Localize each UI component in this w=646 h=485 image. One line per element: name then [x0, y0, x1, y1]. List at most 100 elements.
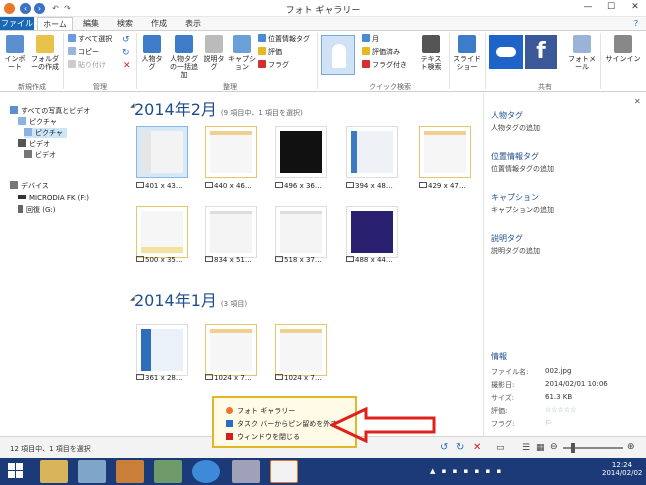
- start-button[interactable]: [8, 463, 24, 479]
- group-quick-label: クイック検索: [369, 83, 411, 91]
- people-filter-tile[interactable]: [321, 35, 355, 75]
- onedrive-share-button[interactable]: [489, 35, 523, 69]
- nav-drive-f[interactable]: MICRODIA FK (F:): [18, 193, 89, 203]
- zoom-slider[interactable]: [563, 443, 623, 453]
- maximize-icon[interactable]: ☐: [600, 0, 622, 14]
- group-share-label: 共有: [538, 83, 552, 91]
- thumbnail-view-icon[interactable]: ▦: [536, 443, 545, 453]
- rating-stars[interactable]: ☆☆☆☆☆: [545, 406, 576, 414]
- text-search-button[interactable]: テキスト検索: [418, 35, 444, 71]
- photo-thumbnail[interactable]: [346, 126, 398, 178]
- pictures-icon: [18, 117, 26, 125]
- rotate-left-icon[interactable]: ↺: [122, 35, 130, 45]
- taskbar-snipping[interactable]: [232, 460, 260, 483]
- tab-file[interactable]: ファイル: [0, 17, 34, 30]
- add-desc-tag-link[interactable]: 説明タグの追加: [491, 246, 540, 256]
- nav-pictures-sub[interactable]: ピクチャ: [24, 128, 67, 138]
- taskbar-ie[interactable]: [192, 460, 220, 483]
- signin-button[interactable]: サインイン: [603, 35, 643, 63]
- navigation-pane: すべての写真とビデオ ピクチャ ピクチャ ビデオ ビデオ デバイス MICROD…: [0, 93, 128, 436]
- photo-thumbnail[interactable]: [136, 126, 188, 178]
- rating-button[interactable]: 評価: [258, 47, 282, 57]
- gallery-area: ◢ 2014年2月 (9 項目中、1 項目を選択) 401 x 43… 440 x…: [128, 93, 483, 436]
- display-icon[interactable]: ▭: [496, 443, 505, 453]
- nav-videos[interactable]: ビデオ: [18, 139, 50, 149]
- taskbar-app[interactable]: [154, 460, 182, 483]
- nav-drive-g[interactable]: 回復 (G:): [18, 205, 55, 215]
- desc-tag-button[interactable]: 説明タグ: [203, 35, 225, 71]
- rated-button[interactable]: 評価済み: [362, 47, 400, 57]
- geotag-button[interactable]: 位置情報タグ: [258, 34, 310, 44]
- clock[interactable]: 12:24 2014/02/02: [602, 461, 642, 477]
- select-all-button[interactable]: すべて選択: [68, 34, 112, 44]
- taskbar-explorer[interactable]: [40, 460, 68, 483]
- month-button[interactable]: 月: [362, 34, 379, 44]
- facebook-share-button[interactable]: f: [525, 35, 557, 69]
- zoom-out-icon[interactable]: ⊖: [550, 442, 558, 452]
- minimize-icon[interactable]: —: [577, 0, 599, 14]
- import-button[interactable]: インポート: [3, 35, 27, 71]
- help-icon[interactable]: ?: [630, 17, 642, 30]
- caption-button[interactable]: キャプション: [228, 35, 256, 71]
- photo-thumbnail[interactable]: [275, 324, 327, 376]
- nav-pictures[interactable]: ピクチャ: [18, 117, 57, 127]
- tab-search[interactable]: 検索: [110, 17, 140, 30]
- flag-button[interactable]: フラグ: [258, 60, 289, 70]
- jump-unpin[interactable]: タスク バーからピン留めを外す: [226, 419, 337, 429]
- copy-button[interactable]: コピー: [68, 47, 99, 57]
- photo-thumbnail[interactable]: [419, 126, 471, 178]
- photo-thumbnail[interactable]: [136, 206, 188, 258]
- photo-caption: 1024 x 7…: [205, 374, 252, 382]
- photo-thumbnail[interactable]: [205, 206, 257, 258]
- zoom-slider-thumb[interactable]: [571, 443, 575, 453]
- tray-icons[interactable]: ▲ ▪ ▪ ▪ ▪ ▪ ▪: [430, 467, 503, 475]
- zoom-in-icon[interactable]: ⊕: [627, 442, 635, 452]
- tab-view[interactable]: 表示: [178, 17, 208, 30]
- taskbar-paint[interactable]: [116, 460, 144, 483]
- add-geotag-link[interactable]: 位置情報タグの追加: [491, 164, 554, 174]
- paste-button[interactable]: 貼り付け: [68, 60, 106, 70]
- flag-toggle[interactable]: ⚐: [545, 419, 551, 427]
- drive-icon: [18, 195, 26, 199]
- flagged-button[interactable]: フラグ付き: [362, 60, 407, 70]
- group-header-jan[interactable]: 2014年1月 (3 項目): [134, 287, 247, 311]
- tab-home[interactable]: ホーム: [37, 17, 73, 30]
- rotate-right-icon[interactable]: ↻: [456, 442, 464, 453]
- photo-thumbnail[interactable]: [346, 206, 398, 258]
- rotate-left-icon[interactable]: ↺: [440, 442, 448, 453]
- person-bulk-button[interactable]: 人物タグの一括追加: [167, 35, 201, 79]
- jump-open-app[interactable]: フォト ギャラリー: [226, 406, 295, 416]
- group-header-feb[interactable]: 2014年2月 (9 項目中、1 項目を選択): [134, 96, 303, 120]
- title-bar: ‹ › ↶ ↷ フォト ギャラリー — ☐ ✕: [0, 0, 646, 17]
- taskbar-app[interactable]: [78, 460, 106, 483]
- delete-icon[interactable]: ✕: [123, 61, 131, 71]
- photo-thumbnail[interactable]: [275, 206, 327, 258]
- info-label: フラグ:: [491, 420, 515, 428]
- add-caption-link[interactable]: キャプションの追加: [491, 205, 554, 215]
- slideshow-button[interactable]: スライドショー: [452, 35, 482, 71]
- star-icon: [258, 47, 266, 55]
- delete-icon[interactable]: ✕: [473, 442, 481, 453]
- photo-thumbnail[interactable]: [205, 324, 257, 376]
- close-pane-icon[interactable]: ✕: [634, 97, 641, 106]
- nav-devices[interactable]: デバイス: [10, 181, 49, 191]
- person-tag-button[interactable]: 人物タグ: [140, 35, 164, 71]
- close-icon[interactable]: ✕: [624, 0, 646, 14]
- group-manage-label: 管理: [93, 83, 107, 91]
- photo-mail-button[interactable]: フォトメール: [568, 35, 596, 71]
- jump-close-window[interactable]: ウィンドウを閉じる: [226, 432, 300, 442]
- tab-edit[interactable]: 編集: [76, 17, 106, 30]
- photo-caption: 361 x 28…: [136, 374, 183, 382]
- new-folder-button[interactable]: フォルダーの作成: [30, 35, 60, 71]
- photo-thumbnail[interactable]: [205, 126, 257, 178]
- photo-thumbnail[interactable]: [136, 324, 188, 376]
- rotate-right-icon[interactable]: ↻: [122, 48, 130, 58]
- nav-all-photos[interactable]: すべての写真とビデオ: [10, 106, 90, 116]
- folder-icon: [36, 35, 54, 53]
- tab-create[interactable]: 作成: [144, 17, 174, 30]
- nav-videos-sub[interactable]: ビデオ: [24, 150, 56, 160]
- photo-thumbnail[interactable]: [275, 126, 327, 178]
- details-view-icon[interactable]: ☰: [522, 443, 530, 453]
- taskbar-photo-gallery[interactable]: [270, 460, 298, 483]
- add-person-tag-link[interactable]: 人物タグの追加: [491, 123, 540, 133]
